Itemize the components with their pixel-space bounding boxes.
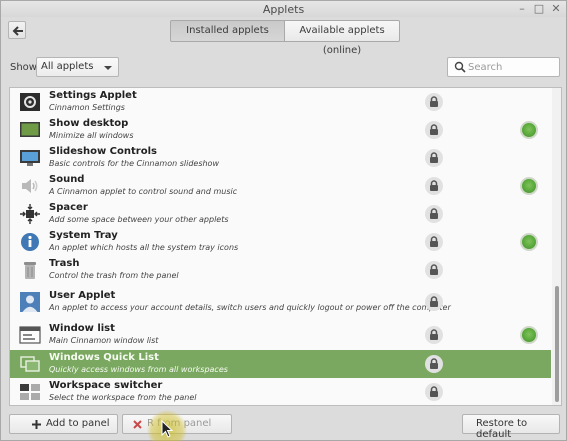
workspace-switcher-icon <box>19 382 43 402</box>
applet-row-sound[interactable]: Sound A Cinnamon applet to control sound … <box>10 172 551 200</box>
applet-row-spacer[interactable]: Spacer Add some space between your other … <box>10 200 551 228</box>
settings-applet-icon <box>19 92 43 112</box>
applet-name: Show desktop <box>49 118 129 129</box>
lock-icon <box>425 355 443 373</box>
applet-description: Cinnamon Settings <box>49 103 125 112</box>
show-label: Show <box>10 62 37 73</box>
close-icon[interactable]: ✕ <box>549 2 563 16</box>
applet-name: Slideshow Controls <box>49 146 157 157</box>
spacer-icon <box>19 204 43 224</box>
show-filter-value: All applets <box>41 61 94 72</box>
back-button[interactable] <box>8 21 26 39</box>
show-desktop-icon <box>19 120 43 140</box>
applet-name: Sound <box>49 174 85 185</box>
tab-available-applets[interactable]: Available applets (online) <box>285 20 400 56</box>
applet-row-workspace-switcher[interactable]: Workspace switcher Select the workspace f… <box>10 378 551 405</box>
applet-description: Select the workspace from the panel <box>49 393 197 402</box>
window-list-icon <box>19 325 43 345</box>
lock-icon <box>425 326 443 344</box>
chevron-down-icon <box>104 66 112 70</box>
minimize-icon[interactable]: – <box>515 2 529 16</box>
applet-row-system-tray[interactable]: System Tray An applet which hosts all the… <box>10 228 551 256</box>
applet-row-settings-applet[interactable]: Settings Applet Cinnamon Settings <box>10 88 551 116</box>
windows-quick-list-icon <box>19 354 43 374</box>
lock-icon <box>425 261 443 279</box>
window-title: Applets <box>262 3 305 16</box>
applet-description: Add some space between your other applet… <box>49 215 229 224</box>
applet-row-slideshow-controls[interactable]: Slideshow Controls Basic controls for the… <box>10 144 551 172</box>
add-to-panel-label: Add to panel <box>46 418 110 429</box>
show-filter-select[interactable]: All applets <box>36 57 119 77</box>
scrollbar[interactable] <box>552 88 561 405</box>
active-status-icon <box>520 177 538 195</box>
lock-icon <box>425 383 443 401</box>
applet-description: Main Cinnamon window list <box>49 336 159 345</box>
applet-row-user-applet[interactable]: User Applet An applet to access your acco… <box>10 284 551 320</box>
applet-name: Trash <box>49 258 80 269</box>
lock-icon <box>425 177 443 195</box>
lock-icon <box>425 293 443 311</box>
applet-name: Window list <box>49 323 115 334</box>
applet-description: An applet which hosts all the system tra… <box>49 243 239 252</box>
restore-to-default-label: Restore to default <box>476 418 528 440</box>
applet-description: Quickly access windows from all workspac… <box>49 365 228 374</box>
applet-description: Control the trash from the panel <box>49 271 179 280</box>
scrollbar-thumb[interactable] <box>555 286 559 402</box>
active-status-icon <box>520 326 538 344</box>
lock-icon <box>425 149 443 167</box>
slideshow-icon <box>19 148 43 168</box>
applet-list[interactable]: Settings Applet Cinnamon Settings Show des… <box>9 87 562 406</box>
applets-window: Applets – □ ✕ Installed applets Availabl… <box>0 0 567 441</box>
applet-description: Basic controls for the Cinnamon slidesho… <box>49 159 219 168</box>
applet-name: User Applet <box>49 290 116 301</box>
applet-name: Spacer <box>49 202 88 213</box>
lock-icon <box>425 205 443 223</box>
applet-row-show-desktop[interactable]: Show desktop Minimize all windows <box>10 116 551 144</box>
tab-installed-applets[interactable]: Installed applets <box>170 20 285 42</box>
lock-icon <box>425 233 443 251</box>
lock-icon <box>425 121 443 139</box>
speaker-icon <box>19 176 43 196</box>
applet-name: System Tray <box>49 230 118 241</box>
applet-description: A Cinnamon applet to control sound and m… <box>49 187 238 196</box>
search-field[interactable] <box>447 57 560 77</box>
applet-name: Settings Applet <box>49 90 137 101</box>
search-input[interactable] <box>468 60 556 74</box>
lock-icon <box>425 93 443 111</box>
active-status-icon <box>520 233 538 251</box>
applet-name: Workspace switcher <box>49 380 163 391</box>
trash-icon <box>19 260 43 280</box>
title-bar: Applets – □ ✕ <box>1 1 566 17</box>
restore-to-default-button[interactable]: Restore to default <box>462 414 560 440</box>
add-to-panel-button[interactable]: Add to panel <box>9 414 118 434</box>
active-status-icon <box>520 121 538 139</box>
remove-x-icon <box>133 420 142 429</box>
applet-row-trash[interactable]: Trash Control the trash from the panel <box>10 256 551 284</box>
applet-row-window-list[interactable]: Window list Main Cinnamon window list <box>10 320 551 350</box>
search-icon <box>454 61 466 73</box>
maximize-icon[interactable]: □ <box>532 2 546 16</box>
applet-row-windows-quick-list[interactable]: Windows Quick List Quickly access windows… <box>10 350 551 378</box>
applet-description: Minimize all windows <box>49 131 134 140</box>
applet-description: An applet to access your account details… <box>49 303 451 312</box>
applet-name: Windows Quick List <box>49 352 159 363</box>
plus-icon <box>32 420 41 429</box>
user-icon <box>19 292 43 312</box>
back-arrow-icon <box>12 26 23 36</box>
info-icon <box>19 232 43 252</box>
toolbar: Installed applets Available applets (onl… <box>1 17 566 56</box>
